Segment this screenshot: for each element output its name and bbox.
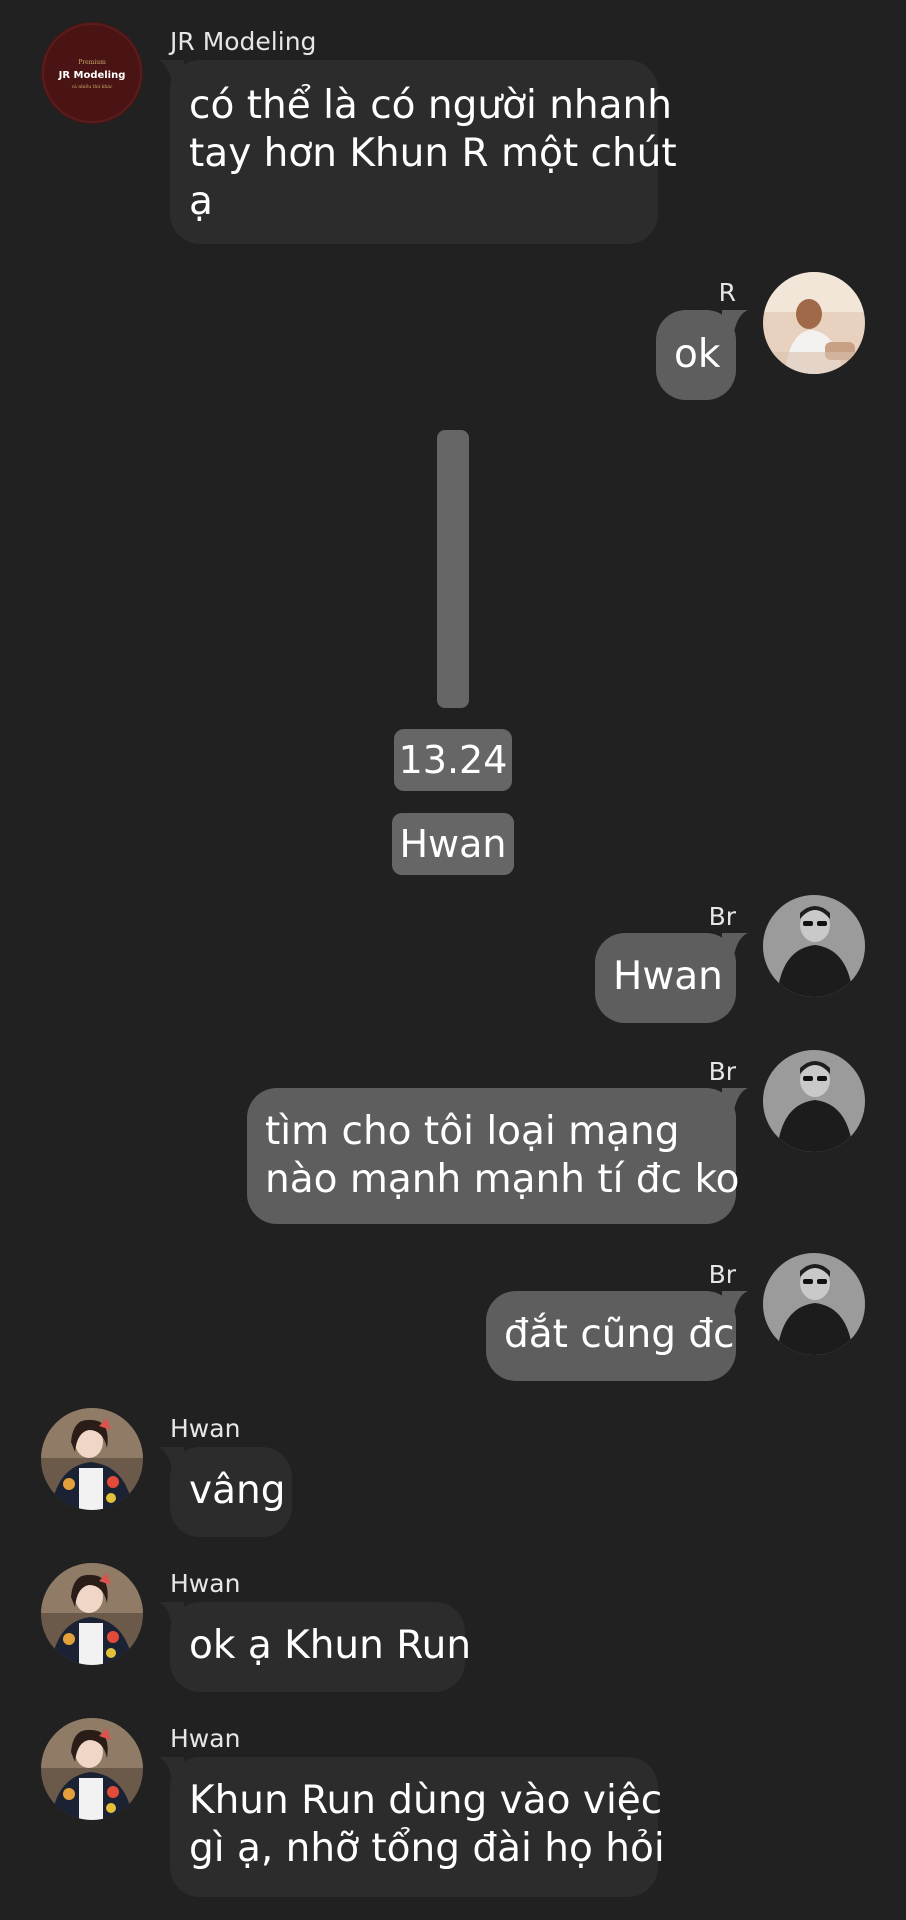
bubble-tail-icon	[158, 1447, 184, 1469]
sender-name: Hwan	[170, 1414, 241, 1443]
message-text-line: ok	[674, 332, 721, 377]
avatar-hwan[interactable]	[41, 1718, 143, 1820]
sender-name: R	[718, 278, 736, 307]
bubble-tail-icon	[722, 310, 748, 332]
avatar-hwan[interactable]	[41, 1563, 143, 1665]
message-text-line: nào mạnh mạnh tí đc ko	[265, 1157, 740, 1202]
message-bubble[interactable]: Hwan	[595, 933, 748, 1023]
message-text-line: có thể là có người nhanh	[189, 83, 672, 128]
message-text-line: tay hơn Khun R một chút	[189, 131, 677, 176]
message-text-line: gì ạ, nhỡ tổng đài họ hỏi	[189, 1826, 665, 1871]
avatar-br[interactable]	[763, 1050, 865, 1152]
message-text-line: tìm cho tôi loại mạng	[265, 1109, 680, 1154]
message-bubble[interactable]: ok ạ Khun Run	[158, 1602, 472, 1692]
sender-name: Br	[708, 1260, 736, 1289]
message-text-line: Khun Run dùng vào việc	[189, 1778, 663, 1823]
sender-name: Br	[708, 902, 736, 931]
bubble-tail-icon	[158, 60, 184, 82]
message-bubble[interactable]: vâng	[158, 1447, 292, 1537]
message-bubble[interactable]: Khun Run dùng vào việc gì ạ, nhỡ tổng đà…	[158, 1757, 665, 1897]
avatar-r[interactable]	[763, 272, 865, 374]
bubble-tail-icon	[722, 933, 748, 955]
system-name-pill: Hwan	[392, 813, 514, 875]
avatar-br[interactable]	[763, 1253, 865, 1355]
avatar-jr-modeling[interactable]: Premium JR Modeling và nhiều thứ khác	[41, 22, 143, 124]
message-text-line: đắt cũng đc	[504, 1312, 735, 1357]
avatar-text-top: Premium	[78, 59, 106, 66]
message-text-line: Hwan	[613, 954, 723, 999]
sender-name: Hwan	[170, 1724, 241, 1753]
sender-name: Hwan	[170, 1569, 241, 1598]
message-bubble[interactable]: đắt cũng đc	[486, 1291, 748, 1381]
avatar-br[interactable]	[763, 895, 865, 997]
timestamp-pill: 13.24	[394, 729, 512, 791]
bubble-tail-icon	[722, 1291, 748, 1313]
message-text-line: ok ạ Khun Run	[189, 1623, 472, 1668]
bubble-tail-icon	[158, 1602, 184, 1624]
message-bubble[interactable]: tìm cho tôi loại mạng nào mạnh mạnh tí đ…	[247, 1088, 748, 1224]
message-bubble[interactable]: ok	[656, 310, 748, 400]
avatar-text-brand: JR Modeling	[58, 70, 126, 81]
sender-name: Br	[708, 1057, 736, 1086]
sender-name: JR Modeling	[170, 27, 317, 56]
message-text-line: ạ	[189, 179, 213, 224]
message-bubble[interactable]: có thể là có người nhanh tay hơn Khun R …	[158, 60, 677, 244]
bubble-tail-icon	[158, 1757, 184, 1779]
message-text-line: vâng	[189, 1468, 286, 1513]
history-divider	[437, 430, 469, 708]
bubble-tail-icon	[722, 1088, 748, 1110]
avatar-hwan[interactable]	[41, 1408, 143, 1510]
